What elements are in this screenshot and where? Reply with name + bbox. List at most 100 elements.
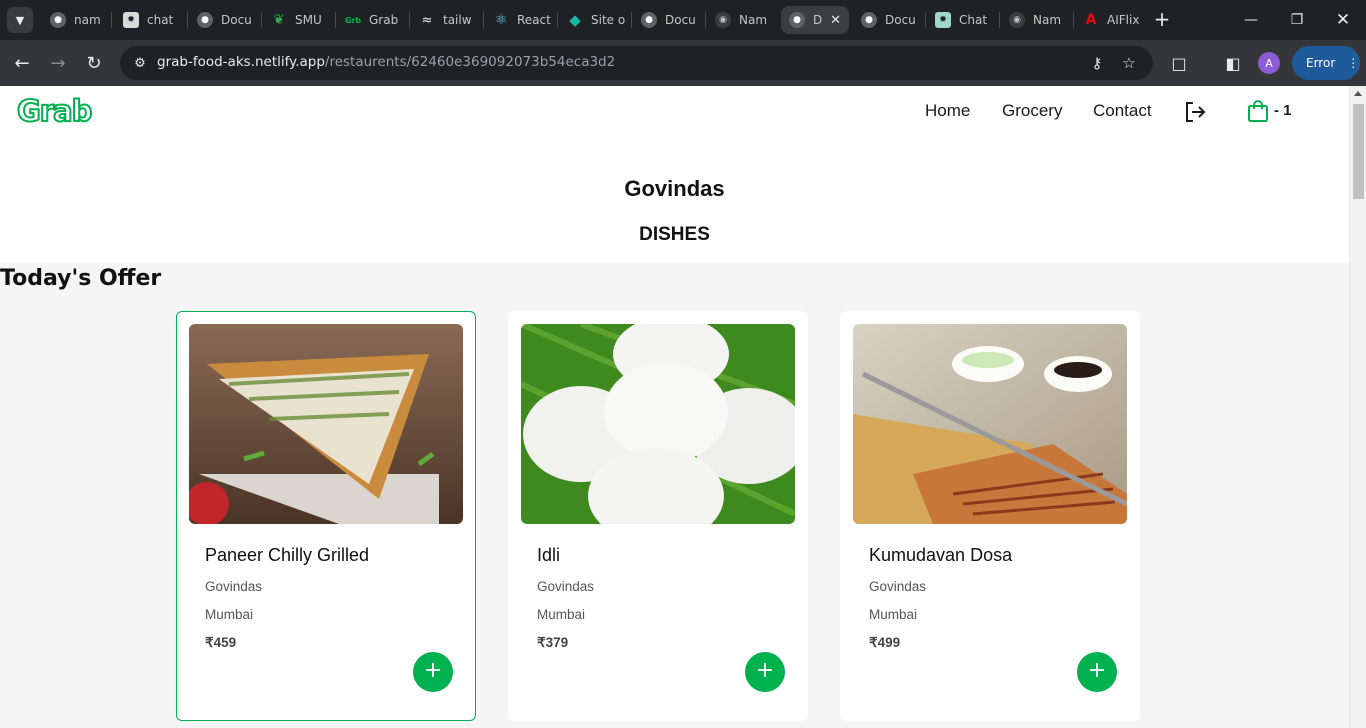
vertical-scrollbar[interactable]: [1349, 86, 1366, 728]
browser-tab[interactable]: ✹ Chat: [927, 6, 997, 34]
tab-title: chat: [147, 13, 174, 27]
restaurant-banner: Govindas DISHES: [0, 154, 1349, 263]
dish-restaurant: Govindas: [205, 579, 263, 594]
browser-tab-strip: ▼ ● nam ✹ chat ● Docu ❦ SMU Grb Grab ≈ t…: [0, 0, 1366, 40]
tab-title: AIFlix: [1107, 13, 1140, 27]
cart-count[interactable]: - 1: [1274, 102, 1292, 119]
extensions-puzzle-icon[interactable]: □: [1167, 51, 1191, 75]
browser-tab[interactable]: ● Docu: [853, 6, 923, 34]
dish-restaurant: Govindas: [537, 579, 595, 594]
address-bar[interactable]: ⚙ grab-food-aks.netlify.app/restaurents/…: [120, 46, 1153, 80]
scrollbar-thumb[interactable]: [1353, 104, 1364, 199]
dish-city: Mumbai: [537, 607, 586, 622]
more-vert-icon: ⋮: [1347, 56, 1360, 70]
scroll-up-arrow-icon[interactable]: [1354, 91, 1362, 96]
add-to-cart-button[interactable]: +: [745, 652, 785, 692]
tab-separator: [261, 12, 262, 28]
tab-search-chevron-icon[interactable]: ▼: [7, 7, 33, 33]
browser-tab[interactable]: ⚛ React: [485, 6, 555, 34]
browser-tab[interactable]: ❦ SMU: [263, 6, 333, 34]
tab-separator: [705, 12, 706, 28]
dish-price: ₹499: [869, 635, 901, 650]
shopping-bag-icon[interactable]: [1247, 99, 1269, 123]
browser-tab[interactable]: ● Docu: [633, 6, 703, 34]
tab-separator: [999, 12, 1000, 28]
browser-tab[interactable]: Grb Grab: [337, 6, 407, 34]
tab-separator: [187, 12, 188, 28]
tab-separator: [335, 12, 336, 28]
todays-offer-heading: Today's Offer: [0, 266, 162, 291]
password-key-icon[interactable]: ⚷: [1087, 53, 1107, 73]
url-path: /restaurents/62460e369092073b54eca3d2: [324, 54, 616, 70]
side-panel-icon[interactable]: ◧: [1221, 51, 1245, 75]
dish-restaurant: Govindas: [869, 579, 927, 594]
react-icon: ⚛: [494, 12, 508, 28]
tab-title: Docu: [885, 13, 916, 27]
nav-contact-link[interactable]: Contact: [1093, 101, 1152, 121]
tab-title: Docu: [665, 13, 696, 27]
tab-title: D: [813, 13, 823, 27]
dish-photo-idli: [521, 324, 795, 524]
back-arrow-icon[interactable]: ←: [9, 50, 35, 76]
add-to-cart-button[interactable]: +: [413, 652, 453, 692]
browser-tab[interactable]: A AIFlix: [1075, 6, 1145, 34]
generic-globe-icon: ●: [789, 12, 805, 28]
dish-name: Idli: [537, 545, 561, 565]
browser-tab[interactable]: ◉ Nam: [1001, 6, 1071, 34]
dish-photo-dosa: [853, 324, 1127, 524]
nav-grocery-link[interactable]: Grocery: [1002, 101, 1062, 121]
generic-globe-icon: ●: [197, 12, 213, 28]
dish-city: Mumbai: [205, 607, 254, 622]
nav-home-link[interactable]: Home: [925, 101, 970, 121]
profile-avatar[interactable]: A: [1258, 52, 1280, 74]
tab-separator: [111, 12, 112, 28]
add-to-cart-button[interactable]: +: [1077, 652, 1117, 692]
tab-separator: [409, 12, 410, 28]
tab-separator: [1073, 12, 1074, 28]
reload-icon[interactable]: ↻: [81, 50, 107, 76]
tab-title: Docu: [221, 13, 252, 27]
tab-title: Nam: [739, 13, 768, 27]
site-settings-icon[interactable]: ⚙: [128, 51, 152, 75]
new-tab-plus-icon[interactable]: +: [1150, 8, 1174, 32]
bookmark-star-icon[interactable]: ☆: [1119, 53, 1139, 73]
tab-separator: [631, 12, 632, 28]
minimize-window-icon[interactable]: —: [1228, 0, 1274, 40]
dish-photo-sandwich: [189, 324, 463, 524]
leaf-icon: ❦: [273, 12, 285, 28]
github-icon: ◉: [1009, 12, 1025, 28]
logout-icon[interactable]: [1183, 100, 1207, 124]
url-text[interactable]: grab-food-aks.netlify.app/restaurents/62…: [157, 54, 615, 70]
close-window-icon[interactable]: ✕: [1320, 0, 1366, 40]
grab-icon: Grb: [344, 15, 362, 25]
tab-separator: [483, 12, 484, 28]
tab-separator: [925, 12, 926, 28]
restore-window-icon[interactable]: ❐: [1274, 0, 1320, 40]
browser-tab[interactable]: ● Docu: [189, 6, 259, 34]
browser-tab[interactable]: ◆ Site o: [559, 6, 629, 34]
dish-card[interactable]: Kumudavan Dosa Govindas Mumbai ₹499 +: [840, 311, 1140, 721]
url-host: grab-food-aks.netlify.app: [157, 54, 325, 70]
openai-icon: ✹: [123, 12, 139, 28]
browser-tab[interactable]: ● nam: [42, 6, 108, 34]
error-button[interactable]: Error ⋮: [1292, 46, 1360, 80]
browser-tab[interactable]: ✹ chat: [115, 6, 185, 34]
page-viewport: Grab Home Grocery Contact - 1 Govindas D…: [0, 86, 1366, 728]
forward-arrow-icon[interactable]: →: [45, 50, 71, 76]
dish-name: Paneer Chilly Grilled: [205, 545, 370, 565]
dish-card[interactable]: Idli Govindas Mumbai ₹379 +: [508, 311, 808, 721]
dish-card[interactable]: Paneer Chilly Grilled Govindas Mumbai ₹4…: [176, 311, 476, 721]
close-tab-icon[interactable]: ✕: [830, 13, 841, 28]
tab-title: tailw: [443, 13, 472, 27]
error-label: Error: [1306, 56, 1336, 70]
netlify-icon: ◆: [569, 11, 581, 29]
browser-toolbar: ← → ↻ ⚙ grab-food-aks.netlify.app/restau…: [0, 40, 1366, 86]
tab-title: Chat: [959, 13, 988, 27]
browser-tab-active[interactable]: ● D ✕: [781, 6, 849, 34]
tab-title: nam: [74, 13, 101, 27]
browser-tab[interactable]: ≈ tailw: [411, 6, 481, 34]
grab-logo[interactable]: Grab: [16, 93, 93, 129]
generic-globe-icon: ●: [50, 12, 66, 28]
tab-title: React: [517, 13, 551, 27]
browser-tab[interactable]: ◉ Nam: [707, 6, 777, 34]
